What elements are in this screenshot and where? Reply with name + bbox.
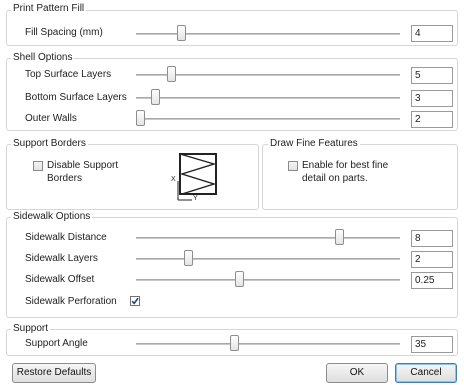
fill-spacing-slider-track[interactable]	[136, 33, 400, 35]
outer-walls-slider-track[interactable]	[136, 118, 400, 120]
disable-support-borders-checkbox[interactable]	[33, 161, 43, 171]
bottom-surface-layers-slider-thumb[interactable]	[151, 89, 161, 105]
support-angle-slider-thumb[interactable]	[230, 335, 240, 351]
support-borders-illustration: X Y	[170, 150, 220, 204]
enable-fine-features-label-line1: Enable for best fine	[302, 160, 389, 171]
sidewalk-perforation-checkbox[interactable]	[130, 296, 140, 306]
draw-fine-features-title: Draw Fine Features	[268, 138, 360, 150]
top-surface-layers-label: Top Surface Layers	[25, 69, 112, 80]
sidewalk-distance-label: Sidewalk Distance	[25, 232, 107, 243]
bottom-surface-layers-label: Bottom Surface Layers	[25, 92, 127, 103]
sidewalk-perforation-label: Sidewalk Perforation	[25, 296, 117, 307]
checkmark-icon	[131, 297, 139, 305]
ok-button[interactable]: OK	[326, 363, 388, 383]
sidewalk-layers-slider-thumb[interactable]	[184, 250, 194, 266]
top-surface-layers-input[interactable]: 5	[411, 67, 453, 84]
sidewalk-layers-input[interactable]: 2	[411, 251, 453, 268]
sidewalk-options-title: Sidewalk Options	[11, 211, 93, 223]
bottom-surface-layers-slider-track[interactable]	[136, 97, 400, 99]
outer-walls-input[interactable]: 2	[411, 111, 453, 128]
support-angle-slider-track[interactable]	[136, 343, 400, 345]
sidewalk-distance-slider-track[interactable]	[136, 237, 400, 239]
support-angle-input[interactable]: 35	[411, 336, 453, 353]
sidewalk-distance-input[interactable]: 8	[411, 230, 453, 247]
fill-spacing-label: Fill Spacing (mm)	[25, 27, 103, 38]
sidewalk-layers-label: Sidewalk Layers	[25, 253, 98, 264]
axis-x-label: X	[171, 176, 176, 183]
shell-options-title: Shell Options	[11, 52, 75, 64]
fill-spacing-slider-thumb[interactable]	[176, 25, 186, 41]
sidewalk-offset-input[interactable]: 0.25	[411, 272, 453, 289]
bottom-surface-layers-input[interactable]: 3	[411, 90, 453, 107]
top-surface-layers-slider-thumb[interactable]	[166, 66, 176, 82]
support-borders-title: Support Borders	[11, 138, 88, 150]
print-pattern-fill-title: Print Pattern Fill	[11, 3, 87, 15]
enable-fine-features-checkbox[interactable]	[288, 161, 298, 171]
outer-walls-slider-thumb[interactable]	[136, 110, 145, 126]
sidewalk-distance-slider-thumb[interactable]	[334, 229, 344, 245]
axis-y-label: Y	[193, 195, 198, 202]
sidewalk-layers-slider-track[interactable]	[136, 258, 400, 260]
support-angle-label: Support Angle	[25, 338, 88, 349]
support-title: Support	[11, 323, 51, 335]
sidewalk-offset-label: Sidewalk Offset	[25, 274, 95, 285]
fill-spacing-input[interactable]: 4	[411, 25, 453, 42]
top-surface-layers-slider-track[interactable]	[136, 74, 400, 76]
disable-support-borders-label-line1: Disable Support	[47, 160, 119, 171]
cancel-button[interactable]: Cancel	[395, 363, 457, 383]
sidewalk-offset-slider-thumb[interactable]	[235, 271, 245, 287]
enable-fine-features-label-line2: detail on parts.	[302, 173, 368, 184]
disable-support-borders-label-line2: Borders	[47, 173, 83, 184]
outer-walls-label: Outer Walls	[25, 113, 77, 124]
sidewalk-offset-slider-track[interactable]	[136, 279, 400, 281]
restore-defaults-button[interactable]: Restore Defaults	[12, 363, 96, 383]
support-borders-group	[6, 144, 259, 210]
